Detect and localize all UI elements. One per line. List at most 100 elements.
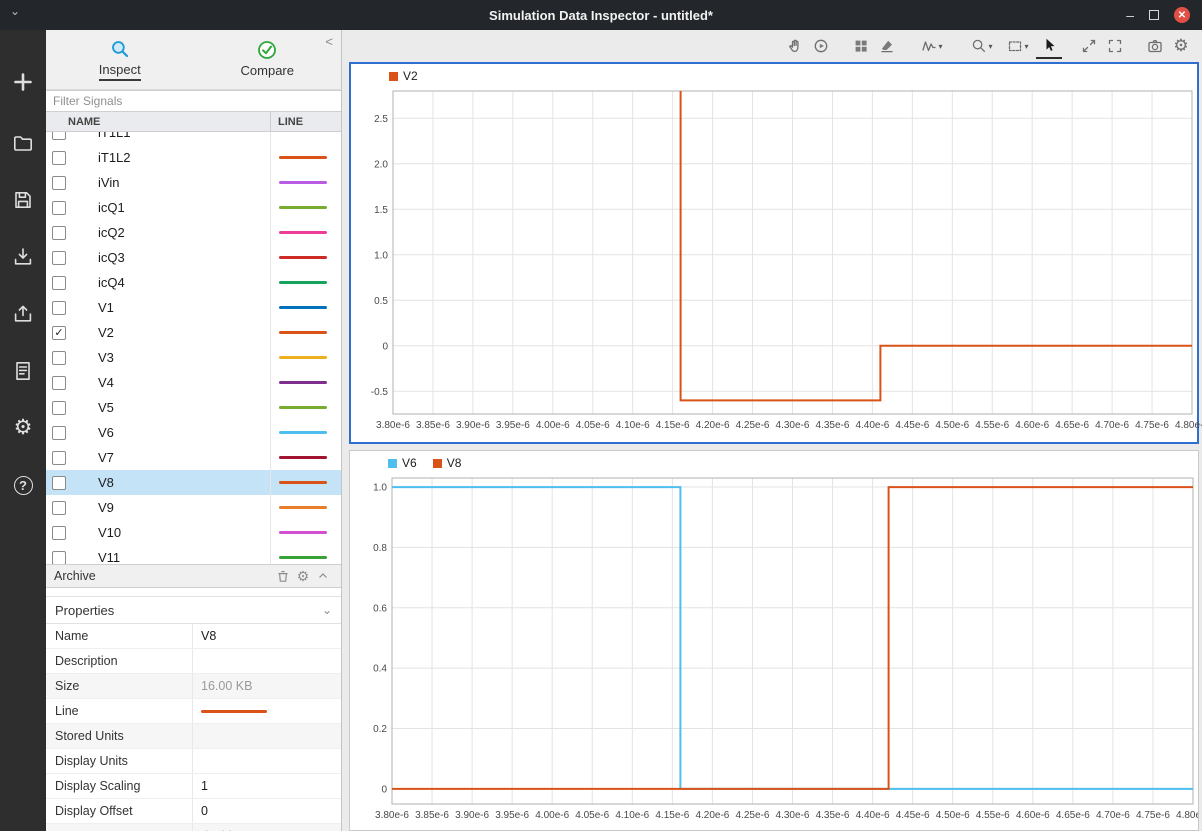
properties-header-label: Properties [55, 603, 322, 618]
plot-1-canvas[interactable]: 3.80e-63.85e-63.90e-63.95e-64.00e-64.05e… [351, 88, 1198, 441]
export-icon[interactable] [11, 302, 35, 326]
signal-line-swatch [279, 556, 327, 559]
signal-checkbox[interactable] [52, 551, 66, 565]
signal-checkbox[interactable] [52, 151, 66, 165]
column-header-line[interactable]: LINE [270, 112, 341, 131]
signal-row-V8[interactable]: V8 [46, 470, 341, 495]
signal-name-label: V3 [98, 350, 270, 365]
signal-row-iT1L1[interactable]: iT1L1 [46, 132, 341, 145]
window-menu-chevron-icon[interactable]: ⌄ [10, 4, 20, 18]
signal-checkbox[interactable] [52, 401, 66, 415]
signal-line-cell [270, 520, 341, 545]
property-value[interactable] [193, 749, 341, 773]
tab-inspect[interactable]: Inspect [46, 30, 194, 89]
clear-eraser-icon[interactable] [874, 33, 900, 59]
preferences-gear-icon[interactable]: ⚙ [11, 416, 35, 440]
property-label: Description [46, 649, 193, 673]
plot-panel-2[interactable]: V6 V8 3.80e-63.85e-63.90e-63.95e-64.00e-6… [349, 450, 1199, 831]
legend-item-V8[interactable]: V8 [433, 456, 462, 470]
signal-checkbox[interactable] [52, 476, 66, 490]
signal-row-V1[interactable]: V1 [46, 295, 341, 320]
property-value[interactable] [193, 649, 341, 673]
signal-line-cell [270, 420, 341, 445]
report-icon[interactable] [11, 359, 35, 383]
signal-checkbox[interactable] [52, 501, 66, 515]
x-tick-label: 3.85e-6 [415, 810, 449, 821]
archive-gear-icon[interactable]: ⚙ [293, 568, 313, 585]
plot-panel-1[interactable]: V2 3.80e-63.85e-63.90e-63.95e-64.00e-64.… [349, 62, 1199, 444]
signal-checkbox[interactable] [52, 132, 66, 140]
plot-2-canvas[interactable]: 3.80e-63.85e-63.90e-63.95e-64.00e-64.05e… [350, 475, 1199, 831]
property-value[interactable]: 0 [193, 799, 341, 823]
fullscreen-icon[interactable] [1102, 33, 1128, 59]
signal-checkbox[interactable] [52, 376, 66, 390]
legend-item-V2[interactable]: V2 [389, 69, 418, 83]
signal-checkbox[interactable] [52, 426, 66, 440]
property-row-description: Description [46, 649, 341, 674]
legend-swatch [389, 72, 398, 81]
add-icon[interactable] [11, 70, 35, 94]
legend-item-V6[interactable]: V6 [388, 456, 417, 470]
archive-collapse-icon[interactable] [313, 570, 333, 582]
zoom-region-dropdown-icon[interactable]: ▾ [1000, 33, 1036, 59]
pointer-icon[interactable] [1036, 33, 1062, 59]
signal-row-iT1L2[interactable]: iT1L2 [46, 145, 341, 170]
layout-icon[interactable] [848, 33, 874, 59]
signal-checkbox[interactable] [52, 276, 66, 290]
signal-row-icQ2[interactable]: icQ2 [46, 220, 341, 245]
signal-row-V3[interactable]: V3 [46, 345, 341, 370]
signal-row-V10[interactable]: V10 [46, 520, 341, 545]
signal-row-V7[interactable]: V7 [46, 445, 341, 470]
signal-line-swatch [279, 256, 327, 259]
trash-icon[interactable] [273, 569, 293, 583]
signal-checkbox[interactable] [52, 301, 66, 315]
signal-checkbox[interactable] [52, 201, 66, 215]
signal-row-V4[interactable]: V4 [46, 370, 341, 395]
signal-row-V2[interactable]: ✓V2 [46, 320, 341, 345]
signal-row-icQ3[interactable]: icQ3 [46, 245, 341, 270]
legend-swatch [433, 459, 442, 468]
signal-checkbox[interactable] [52, 176, 66, 190]
signal-line-swatch [279, 356, 327, 359]
tab-compare[interactable]: Compare [194, 30, 342, 89]
signal-checkbox[interactable] [52, 226, 66, 240]
property-value[interactable]: 1 [193, 774, 341, 798]
signal-row-V11[interactable]: V11 [46, 545, 341, 564]
settings-gear-icon[interactable]: ⚙ [1168, 33, 1194, 59]
properties-header[interactable]: Properties ⌄ [46, 596, 341, 624]
signal-row-icQ1[interactable]: icQ1 [46, 195, 341, 220]
zoom-in-dropdown-icon[interactable]: ▾ [964, 33, 1000, 59]
property-value[interactable] [193, 699, 341, 723]
signal-row-icQ4[interactable]: icQ4 [46, 270, 341, 295]
properties-chevron-down-icon[interactable]: ⌄ [322, 603, 332, 617]
column-header-name[interactable]: NAME [46, 116, 270, 128]
fit-to-view-icon[interactable] [1076, 33, 1102, 59]
pan-icon[interactable] [782, 33, 808, 59]
signal-row-iVin[interactable]: iVin [46, 170, 341, 195]
close-button[interactable]: ✕ [1174, 7, 1190, 23]
x-tick-label: 4.60e-6 [1015, 420, 1049, 431]
signal-checkbox[interactable] [52, 251, 66, 265]
signal-checkbox[interactable] [52, 526, 66, 540]
sidebar-collapse-icon[interactable]: < [325, 34, 333, 49]
plot-2-legend: V6 V8 [350, 451, 1198, 475]
replay-icon[interactable] [808, 33, 834, 59]
signal-checkbox[interactable] [52, 451, 66, 465]
maximize-button[interactable] [1149, 10, 1159, 20]
signal-row-V6[interactable]: V6 [46, 420, 341, 445]
snapshot-camera-icon[interactable] [1142, 33, 1168, 59]
archive-bar[interactable]: Archive ⚙ [46, 564, 341, 588]
open-folder-icon[interactable] [11, 131, 35, 155]
minimize-button[interactable]: – [1126, 10, 1134, 20]
property-value[interactable]: V8 [193, 624, 341, 648]
signal-row-V5[interactable]: V5 [46, 395, 341, 420]
import-icon[interactable] [11, 245, 35, 269]
help-icon[interactable]: ? [11, 473, 35, 497]
signal-trace-dropdown-icon[interactable]: ▾ [914, 33, 950, 59]
save-icon[interactable] [11, 188, 35, 212]
x-tick-label: 4.05e-6 [576, 420, 610, 431]
signal-checkbox[interactable] [52, 351, 66, 365]
filter-signals-input[interactable] [46, 90, 341, 112]
signal-row-V9[interactable]: V9 [46, 495, 341, 520]
signal-checkbox[interactable]: ✓ [52, 326, 66, 340]
